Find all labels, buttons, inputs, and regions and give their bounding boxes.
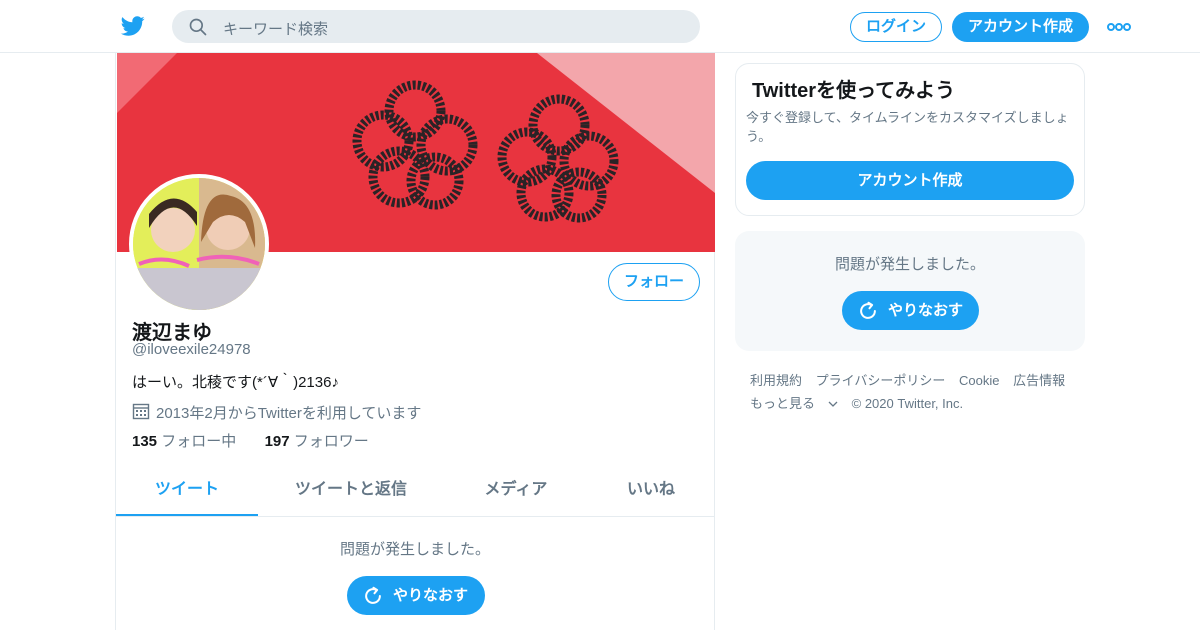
sidebar-error-box: 問題が発生しました。 やりなおす [735,231,1085,351]
follow-button[interactable]: フォロー [608,263,700,301]
signup-card: Twitterを使ってみよう 今すぐ登録して、タイムラインをカスタマイズしましょ… [735,63,1085,216]
signup-card-button[interactable]: アカウント作成 [746,161,1074,200]
more-dots-icon[interactable] [1107,21,1131,33]
following-link[interactable]: 135 フォロー中 [132,433,236,450]
following-count: 135 [132,433,158,450]
tab-media[interactable]: メディア [456,467,576,516]
footer-link-cookie[interactable]: Cookie [959,373,999,388]
tab-likes[interactable]: いいね [596,467,706,516]
sidebar-retry-label: やりなおす [888,302,964,319]
signup-card-text: 今すぐ登録して、タイムラインをカスタマイズしましょう。 [746,110,1069,144]
search-icon [189,18,207,36]
search-box[interactable]: キーワード検索 [172,10,700,43]
twitter-bird-icon[interactable] [120,14,146,38]
refresh-icon [365,586,381,604]
timeline-retry-label: やりなおす [393,587,469,604]
tab-tweets-replies[interactable]: ツイートと返信 [268,467,434,516]
timeline-error: 問題が発生しました。 [339,541,490,558]
profile-bio: はーい。北稜です(*´∀｀)2136♪ [132,374,339,391]
tab-tweets[interactable]: ツイート [116,467,258,516]
footer-copyright: © 2020 Twitter, Inc. [851,396,964,411]
refresh-icon [860,301,876,319]
followers-link[interactable]: 197 フォロワー [265,433,369,450]
followers-count: 197 [264,433,290,450]
avatar[interactable] [129,174,269,314]
signup-card-title: Twitterを使ってみよう [752,80,956,102]
sidebar-retry-button[interactable]: やりなおす [842,291,979,330]
footer-more-label: もっと見る [750,396,816,411]
signup-button[interactable]: アカウント作成 [952,12,1089,42]
footer-link-privacy[interactable]: プライバシーポリシー [816,373,946,388]
following-label: フォロー中 [161,433,237,450]
profile-tabs: ツイート ツイートと返信 メディア いいね [116,467,714,517]
joined-text: 2013年2月からTwitterを利用しています [156,405,422,422]
timeline-retry-button[interactable]: やりなおす [347,576,485,615]
footer: 利用規約 プライバシーポリシー Cookie 広告情報 もっと見る © 2020… [750,369,1080,415]
sidebar-error: 問題が発生しました。 [834,256,985,273]
chevron-down-icon [828,401,838,407]
followers-label: フォロワー [293,433,369,450]
footer-link-ads[interactable]: 広告情報 [1013,373,1065,388]
search-input[interactable]: キーワード検索 [223,18,328,39]
top-nav: キーワード検索 ログイン アカウント作成 [0,0,1200,53]
footer-link-terms[interactable]: 利用規約 [750,373,802,388]
calendar-icon [132,403,150,420]
profile-stats: 135 フォロー中 197 フォロワー [132,430,369,451]
profile-column: フォロー 渡辺まゆ @iloveexile24978 はーい。北稜です(*´∀｀… [115,53,715,630]
avatar-image [133,178,265,310]
profile-handle[interactable]: @iloveexile24978 [132,341,251,358]
login-button[interactable]: ログイン [850,12,942,42]
footer-more-link[interactable]: もっと見る [750,396,838,411]
